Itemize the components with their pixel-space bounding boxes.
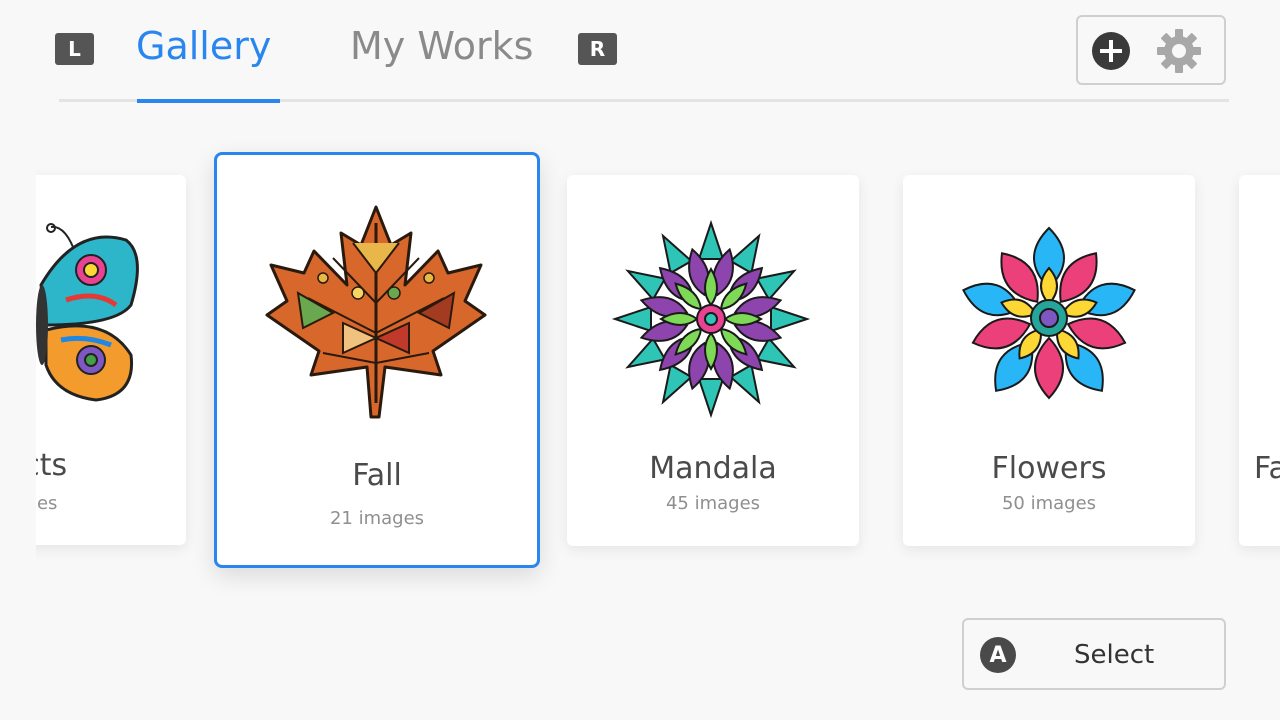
category-count: 50 images: [1001, 493, 1097, 514]
butterfly-icon: [36, 215, 176, 409]
category-card-flowers[interactable]: Flowers 50 images: [903, 175, 1195, 546]
category-title: ects: [36, 448, 68, 483]
toolbar-box: [1076, 15, 1226, 85]
tab-gallery[interactable]: Gallery: [136, 24, 271, 68]
select-button[interactable]: A Select: [962, 618, 1226, 690]
category-card-insects[interactable]: ects ages: [36, 175, 186, 545]
l-bumper-hint[interactable]: L: [55, 33, 94, 65]
plus-circle-icon[interactable]: [1091, 31, 1131, 71]
flower-icon: [951, 223, 1147, 417]
active-tab-indicator: [137, 99, 280, 103]
category-title: Fall: [352, 458, 402, 493]
category-card-fall[interactable]: Fall 21 images: [214, 152, 540, 568]
category-count: ages: [36, 493, 58, 514]
category-count: 21 images: [329, 508, 425, 529]
category-count: 45 images: [665, 493, 761, 514]
category-title: Flowers: [991, 451, 1107, 486]
gear-icon[interactable]: [1154, 26, 1204, 76]
maple-leaf-icon: [263, 203, 489, 423]
select-label: Select: [1074, 640, 1155, 670]
r-bumper-hint[interactable]: R: [578, 33, 617, 65]
mandala-icon: [611, 219, 811, 423]
category-carousel[interactable]: ects ages Fall 21 images: [36, 140, 1280, 600]
tab-my-works[interactable]: My Works: [350, 24, 533, 68]
category-card-partial-right[interactable]: Fa: [1239, 175, 1280, 546]
a-button-icon: A: [980, 637, 1016, 673]
category-title: Mandala: [649, 451, 777, 486]
category-title: Fa: [1254, 451, 1280, 486]
category-card-mandala[interactable]: Mandala 45 images: [567, 175, 859, 546]
